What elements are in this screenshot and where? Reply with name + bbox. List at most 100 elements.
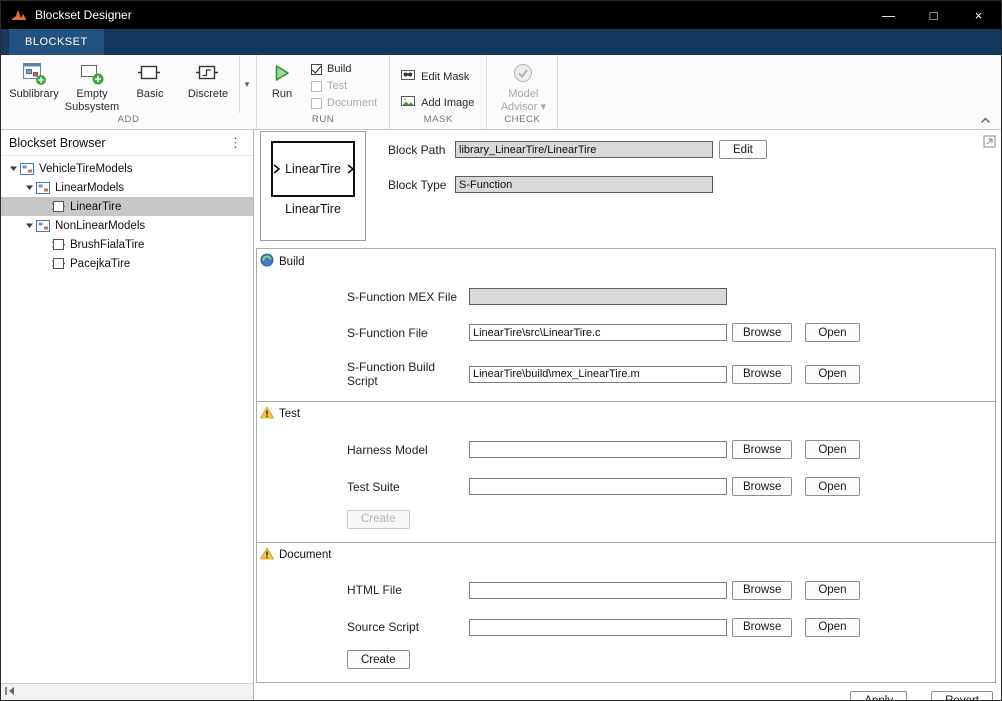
build-script-browse-button[interactable]: Browse	[732, 365, 792, 384]
sfunction-file-browse-button[interactable]: Browse	[732, 323, 792, 342]
source-script-browse-button[interactable]: Browse	[732, 618, 792, 637]
empty-subsystem-label: Empty Subsystem	[63, 88, 121, 113]
add-items: Sublibrary Empty Subsystem Basic	[1, 55, 256, 113]
test-checkbox-label: Test	[327, 80, 347, 92]
html-file-input[interactable]	[469, 582, 727, 599]
block-preview-caption: LinearTire	[285, 202, 341, 216]
revert-button[interactable]: Revert	[931, 691, 993, 701]
library-icon	[20, 163, 34, 175]
checkbox-unchecked-icon	[311, 98, 322, 109]
ribbon-section-add: Sublibrary Empty Subsystem Basic	[1, 55, 257, 129]
sublibrary-button[interactable]: Sublibrary	[5, 56, 63, 113]
ribbon-section-check: Model Advisor ▾ CHECK	[487, 55, 558, 129]
block-icon	[52, 258, 65, 269]
tree-item-label: PacejkaTire	[70, 258, 130, 270]
basic-button[interactable]: Basic	[121, 56, 179, 113]
add-image-button[interactable]: Add Image	[400, 93, 474, 112]
checkbox-checked-icon	[311, 64, 322, 75]
browser-menu-icon[interactable]: ⋮	[226, 135, 245, 151]
apply-button[interactable]: Apply	[850, 691, 907, 701]
expander-icon[interactable]	[22, 221, 36, 230]
tree-item-label: LinearTire	[70, 201, 121, 213]
expander-icon[interactable]	[22, 183, 36, 192]
browser-header: Blockset Browser ⋮	[1, 130, 253, 156]
harness-model-input[interactable]	[469, 441, 727, 458]
model-advisor-button[interactable]: Model Advisor ▾	[491, 56, 555, 113]
run-play-icon	[272, 58, 292, 88]
tree-item-vehicletiremodels[interactable]: VehicleTireModels	[1, 159, 253, 178]
html-file-row: HTML File Browse Open	[347, 581, 995, 600]
build-checkbox[interactable]: Build	[311, 63, 377, 75]
build-script-open-button[interactable]: Open	[805, 365, 859, 384]
collapse-browser-button[interactable]	[4, 683, 16, 701]
check-section-label: CHECK	[487, 113, 557, 129]
edit-mask-label: Edit Mask	[421, 71, 469, 83]
empty-subsystem-button[interactable]: Empty Subsystem	[63, 56, 121, 113]
tree-item-pacejkatire[interactable]: PacejkaTire	[1, 254, 253, 273]
undock-panel-button[interactable]	[983, 135, 996, 148]
sfunction-file-label: S-Function File	[347, 326, 469, 340]
empty-subsystem-icon	[79, 58, 105, 88]
test-suite-label: Test Suite	[347, 480, 469, 494]
basic-label: Basic	[137, 88, 164, 101]
block-type-field	[455, 176, 713, 193]
source-script-row: Source Script Browse Open	[347, 618, 995, 637]
edit-block-path-button[interactable]: Edit	[719, 140, 767, 159]
maximize-button[interactable]: □	[911, 1, 956, 29]
tree-item-brushfialatire[interactable]: BrushFialaTire	[1, 235, 253, 254]
discrete-label: Discrete	[188, 88, 228, 101]
form-sections: Build S-Function MEX File S-Function Fil…	[256, 248, 996, 683]
test-suite-input[interactable]	[469, 478, 727, 495]
tree-item-lineartire[interactable]: LinearTire	[1, 197, 253, 216]
tab-blockset[interactable]: BLOCKSET	[9, 29, 104, 55]
build-section-header: Build	[257, 249, 995, 270]
sublibrary-label: Sublibrary	[9, 88, 59, 101]
document-create-row: Create	[347, 650, 995, 670]
harness-model-open-button[interactable]: Open	[805, 440, 859, 459]
warning-icon	[260, 406, 274, 422]
warning-icon	[260, 547, 274, 563]
run-items: Run Build Test Document	[257, 55, 389, 113]
document-section-title: Document	[279, 549, 331, 561]
block-preview-name: LinearTire	[285, 162, 341, 176]
test-suite-open-button[interactable]: Open	[805, 477, 859, 496]
tree-item-linearmodels[interactable]: LinearModels	[1, 178, 253, 197]
build-checkbox-label: Build	[327, 63, 351, 75]
build-section: Build S-Function MEX File S-Function Fil…	[257, 249, 995, 401]
collapse-ribbon-button[interactable]	[980, 117, 991, 124]
add-gallery-dropdown[interactable]: ▾	[239, 56, 254, 113]
html-file-open-button[interactable]: Open	[805, 581, 859, 600]
test-suite-browse-button[interactable]: Browse	[732, 477, 792, 496]
build-script-input[interactable]	[469, 366, 727, 383]
html-file-label: HTML File	[347, 583, 469, 597]
source-script-open-button[interactable]: Open	[805, 618, 859, 637]
run-section-label: RUN	[257, 113, 389, 129]
harness-model-browse-button[interactable]: Browse	[732, 440, 792, 459]
test-checkbox[interactable]: Test	[311, 80, 377, 92]
edit-mask-button[interactable]: Edit Mask	[400, 67, 474, 86]
add-section-label: ADD	[1, 113, 256, 129]
document-create-button[interactable]: Create	[347, 650, 410, 669]
test-create-button[interactable]: Create	[347, 510, 410, 529]
app-logo-icon	[11, 7, 27, 23]
harness-model-row: Harness Model Browse Open	[347, 440, 995, 459]
block-icon	[52, 201, 65, 212]
window-title: Blockset Designer	[35, 8, 132, 22]
discrete-button[interactable]: Discrete	[179, 56, 237, 113]
source-script-label: Source Script	[347, 620, 469, 634]
sfunction-file-input[interactable]	[469, 324, 727, 341]
source-script-input[interactable]	[469, 619, 727, 636]
tree-item-nonlinearmodels[interactable]: NonLinearModels	[1, 216, 253, 235]
check-items: Model Advisor ▾	[487, 55, 557, 113]
basic-block-icon	[137, 58, 163, 88]
html-file-browse-button[interactable]: Browse	[732, 581, 792, 600]
document-checkbox[interactable]: Document	[311, 97, 377, 109]
close-button[interactable]: ×	[956, 1, 1001, 29]
blockset-tree: VehicleTireModels LinearModels LinearTir…	[1, 156, 253, 683]
tree-item-label: BrushFialaTire	[70, 239, 144, 251]
run-button[interactable]: Run	[261, 56, 303, 113]
minimize-button[interactable]: —	[866, 1, 911, 29]
expander-icon[interactable]	[6, 164, 20, 173]
sfunction-file-open-button[interactable]: Open	[805, 323, 859, 342]
block-type-row: Block Type	[388, 176, 767, 193]
